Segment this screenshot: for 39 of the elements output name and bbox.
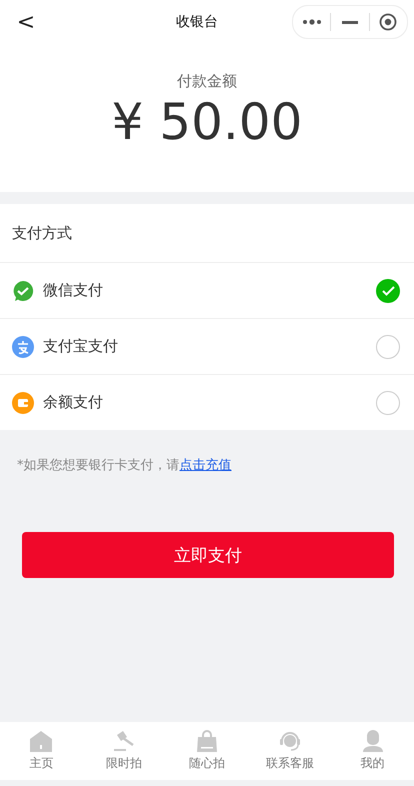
amount-label: 付款金额 (177, 72, 237, 91)
more-icon (302, 19, 322, 25)
option-label: 微信支付 (43, 281, 104, 300)
chat-check-icon (12, 280, 34, 302)
tab-item[interactable]: 我的 (331, 722, 414, 780)
tab-label: 主页 (29, 755, 54, 772)
tab-label: 限时拍 (106, 755, 142, 772)
pay-button[interactable]: 立即支付 (22, 532, 394, 578)
headset-icon (278, 730, 302, 752)
tab-label: 随心拍 (188, 755, 225, 772)
tab-item[interactable]: 联系客服 (248, 722, 332, 780)
payment-option[interactable]: 支付宝支付 (0, 319, 414, 375)
tab-item[interactable]: 限时拍 (82, 722, 166, 780)
payment-option[interactable]: 微信支付 (0, 263, 414, 319)
tab-item[interactable]: 主页 (0, 722, 83, 780)
target-icon (379, 13, 398, 31)
amount-value: ¥ 50.00 (112, 93, 302, 151)
alipay-icon (12, 336, 34, 358)
user-icon (360, 730, 385, 752)
option-label: 支付宝支付 (43, 337, 119, 356)
section-title: 支付方式 (0, 204, 414, 263)
tab-item[interactable]: 随心拍 (166, 722, 248, 780)
back-button[interactable]: < (14, 10, 38, 34)
recharge-link[interactable]: 点击充值 (180, 458, 232, 473)
check-icon (382, 286, 394, 296)
radio-button[interactable] (376, 390, 400, 414)
option-label: 余额支付 (43, 393, 104, 412)
shopping-bag-icon (194, 730, 219, 752)
minus-icon (342, 20, 358, 24)
tab-label: 我的 (360, 755, 385, 772)
gavel-icon (112, 730, 136, 752)
payment-option[interactable]: 余额支付 (0, 375, 414, 430)
radio-button[interactable] (376, 278, 400, 302)
home-icon (29, 730, 54, 752)
page-title: 收银台 (175, 13, 219, 31)
radio-button[interactable] (376, 334, 400, 358)
bank-card-note: *如果您想要银行卡支付，请点击充值 (16, 457, 232, 474)
tab-label: 联系客服 (266, 755, 314, 772)
wallet-icon (12, 392, 34, 414)
